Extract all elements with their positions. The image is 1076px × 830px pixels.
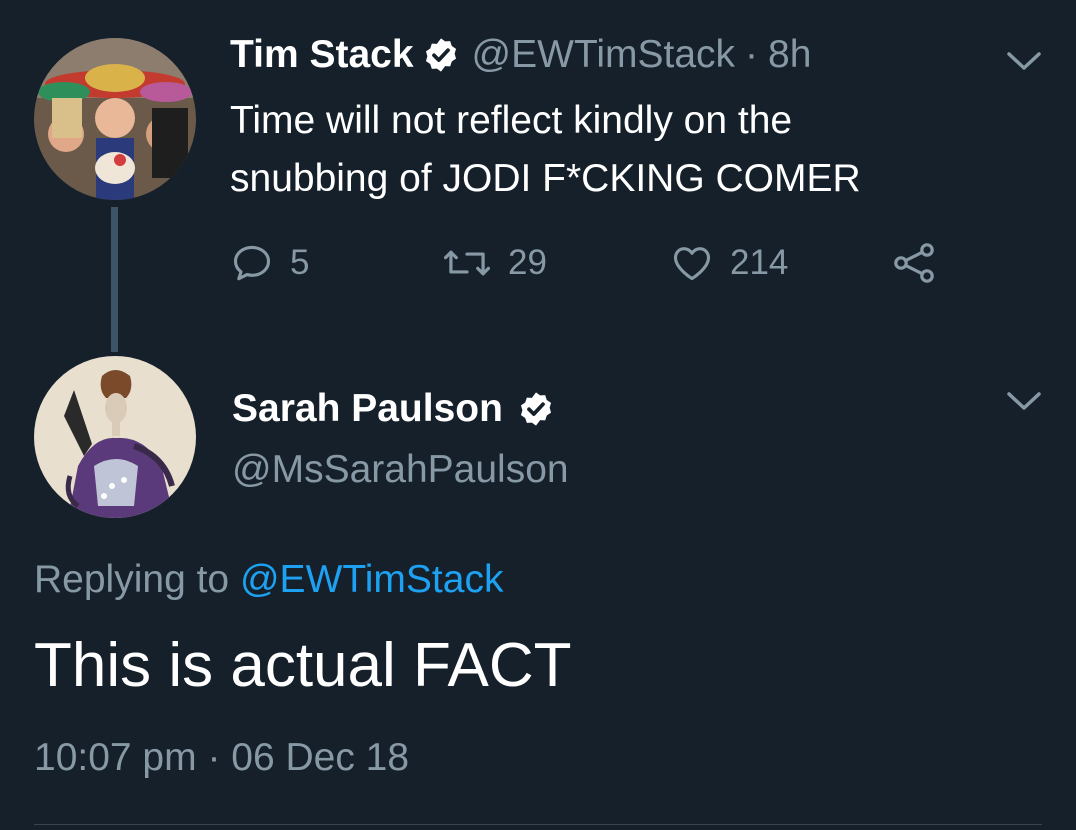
retweet-count: 29 xyxy=(508,243,547,282)
author-handle[interactable]: @MsSarahPaulson xyxy=(232,448,569,492)
tim-stack-avatar[interactable] xyxy=(34,38,196,200)
verified-badge-icon xyxy=(517,390,555,428)
avatar-illustration xyxy=(34,356,196,518)
author-name[interactable]: Tim Stack xyxy=(230,33,414,77)
like-count: 214 xyxy=(730,243,789,282)
chevron-down-icon[interactable] xyxy=(1006,50,1042,72)
reply-icon xyxy=(230,241,274,285)
reply-count: 5 xyxy=(290,243,310,282)
tweet-text-line: snubbing of JODI F*CKING COMER xyxy=(230,157,861,200)
tweet-time[interactable]: 8h xyxy=(768,33,811,77)
reply-button[interactable]: 5 xyxy=(230,238,309,288)
divider xyxy=(34,824,1042,825)
verified-badge-icon xyxy=(422,36,460,74)
tweet2-header: Sarah Paulson xyxy=(232,384,555,434)
chevron-down-icon[interactable] xyxy=(1006,390,1042,412)
share-icon xyxy=(890,239,938,287)
thread-connector-line xyxy=(111,207,118,352)
avatar-photo xyxy=(34,38,196,200)
heart-icon xyxy=(670,241,714,285)
share-button[interactable] xyxy=(890,238,938,288)
author-name[interactable]: Sarah Paulson xyxy=(232,387,503,431)
like-button[interactable]: 214 xyxy=(670,238,788,288)
tweet-timestamp[interactable]: 10:07 pm · 06 Dec 18 xyxy=(34,736,409,780)
tweet2-text: This is actual FACT xyxy=(34,631,572,700)
tweet1-header: Tim Stack @EWTimStack · 8h xyxy=(230,30,811,80)
retweet-icon xyxy=(442,241,492,285)
replying-prefix: Replying to xyxy=(34,558,230,601)
replying-mention-link[interactable]: @EWTimStack xyxy=(240,558,503,601)
time-separator: · xyxy=(745,33,759,76)
tweet1-action-bar: 5 29 214 xyxy=(230,238,950,288)
sarah-paulson-avatar[interactable] xyxy=(34,356,196,518)
retweet-button[interactable]: 29 xyxy=(442,238,547,288)
replying-to-line: Replying to @EWTimStack xyxy=(34,558,503,602)
tweet1-text: Time will not reflect kindly on the snub… xyxy=(230,92,1010,208)
author-handle[interactable]: @EWTimStack xyxy=(472,33,735,77)
tweet-text-line: Time will not reflect kindly on the xyxy=(230,99,793,142)
